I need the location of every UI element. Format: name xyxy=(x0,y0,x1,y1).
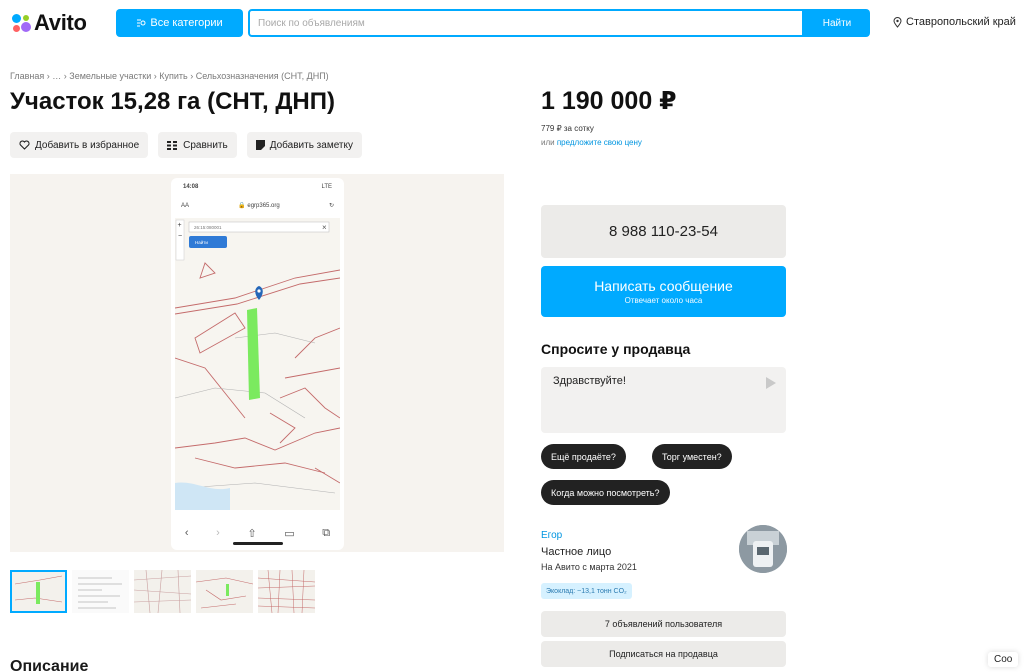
top-header: Avito Все категории Найти Ставропольский… xyxy=(0,0,1025,48)
add-note-button[interactable]: Добавить заметку xyxy=(246,132,362,158)
thumbnail-strip xyxy=(10,570,315,613)
thumbnail-3[interactable] xyxy=(134,570,191,613)
back-icon: ‹ xyxy=(184,527,189,539)
heart-icon xyxy=(19,140,30,150)
phone-time: 14:08 xyxy=(183,184,199,190)
write-message-label: Написать сообщение xyxy=(594,278,733,294)
ask-seller-title: Спросите у продавца xyxy=(541,341,691,357)
svg-text:−: − xyxy=(178,233,182,240)
show-phone-button[interactable]: 8 988 110-23-54 xyxy=(541,205,786,258)
bookmarks-icon: ▭ xyxy=(284,527,295,540)
favorite-label: Добавить в избранное xyxy=(35,139,140,151)
all-categories-button[interactable]: Все категории xyxy=(116,9,243,37)
add-to-favorites-button[interactable]: Добавить в избранное xyxy=(10,132,149,158)
map-find-text: Найти xyxy=(195,239,208,245)
subscribe-seller-button[interactable]: Подписаться на продавца xyxy=(541,641,786,667)
forward-icon: › xyxy=(216,527,220,539)
reload-icon: ↻ xyxy=(328,203,334,209)
share-icon: ⇧ xyxy=(247,527,257,540)
search-input[interactable] xyxy=(250,11,802,35)
description-title: Описание xyxy=(10,658,89,672)
region-label: Ставропольский край xyxy=(906,16,1016,28)
logo-text: Avito xyxy=(34,10,87,35)
avito-logo[interactable]: Avito xyxy=(10,9,87,37)
thumbnail-1[interactable] xyxy=(10,570,67,613)
region-selector[interactable]: Ставропольский край xyxy=(893,16,1016,28)
location-pin-icon xyxy=(893,16,902,28)
note-icon xyxy=(255,140,265,150)
write-message-button[interactable]: Написать сообщение Отвечает около часа xyxy=(541,266,786,317)
phone-signal: LTE xyxy=(321,184,332,190)
offer-prefix: или xyxy=(541,138,557,147)
compare-icon xyxy=(167,141,178,150)
home-indicator xyxy=(233,542,283,545)
all-categories-label: Все категории xyxy=(150,17,223,29)
quick-question-when-view[interactable]: Когда можно посмотреть? xyxy=(541,480,670,505)
phone-aa: AA xyxy=(181,202,190,209)
floating-messages-tab[interactable]: Соо xyxy=(988,652,1019,667)
price-per-unit: 779 ₽ за сотку xyxy=(541,124,594,133)
tabs-icon: ⧉ xyxy=(322,526,331,539)
ask-seller-input[interactable]: Здравствуйте! xyxy=(541,367,786,433)
compare-label: Сравнить xyxy=(183,139,228,151)
ask-seller-box: Здравствуйте! xyxy=(541,367,786,433)
svg-text:×: × xyxy=(322,223,327,232)
offer-price-line: или предложите свою цену xyxy=(541,138,642,147)
svg-text:+: + xyxy=(178,222,182,229)
offer-price-link[interactable]: предложите свою цену xyxy=(557,138,642,147)
main-photo[interactable]: 14:08 LTE AA 🔒 egrp365.org ↻ + − 26:15:0… xyxy=(10,174,504,552)
cadastral-map: + − 26:15:080001 × Найти xyxy=(175,218,340,510)
avatar[interactable] xyxy=(739,525,787,573)
eco-badge[interactable]: Экоклад: ~13,1 тонн CO₂ xyxy=(541,583,632,599)
quick-question-still-selling[interactable]: Ещё продаёте? xyxy=(541,444,626,469)
seller-since: На Авито с марта 2021 xyxy=(541,562,637,572)
compare-button[interactable]: Сравнить xyxy=(158,132,237,158)
phone-url: 🔒 egrp365.org xyxy=(238,203,280,209)
listing-actions: Добавить в избранное Сравнить Добавить з… xyxy=(10,132,362,158)
send-icon[interactable] xyxy=(766,377,776,389)
search-button[interactable]: Найти xyxy=(804,9,870,37)
phone-status-bar: 14:08 LTE xyxy=(171,178,344,196)
thumbnail-4[interactable] xyxy=(196,570,253,613)
price: 1 190 000 ₽ xyxy=(541,87,677,115)
note-label: Добавить заметку xyxy=(269,139,353,151)
breadcrumb[interactable]: Главная › … › Земельные участки › Купить… xyxy=(10,71,329,81)
seller-type: Частное лицо xyxy=(541,546,612,558)
page-title: Участок 15,28 га (СНТ, ДНП) xyxy=(10,88,335,115)
thumbnail-2[interactable] xyxy=(72,570,129,613)
search-box xyxy=(248,9,804,37)
phone-url-bar: AA 🔒 egrp365.org ↻ xyxy=(175,198,340,213)
response-time-label: Отвечает около часа xyxy=(624,296,703,305)
quick-question-bargain[interactable]: Торг уместен? xyxy=(652,444,732,469)
seller-name-link[interactable]: Егор xyxy=(541,530,562,541)
logo-dots-icon xyxy=(10,12,32,34)
seller-listings-button[interactable]: 7 объявлений пользователя xyxy=(541,611,786,637)
thumbnail-5[interactable] xyxy=(258,570,315,613)
phone-screenshot-image: 14:08 LTE AA 🔒 egrp365.org ↻ + − 26:15:0… xyxy=(171,178,344,550)
map-coords-text: 26:15:080001 xyxy=(194,225,222,230)
search-icon xyxy=(137,19,146,27)
